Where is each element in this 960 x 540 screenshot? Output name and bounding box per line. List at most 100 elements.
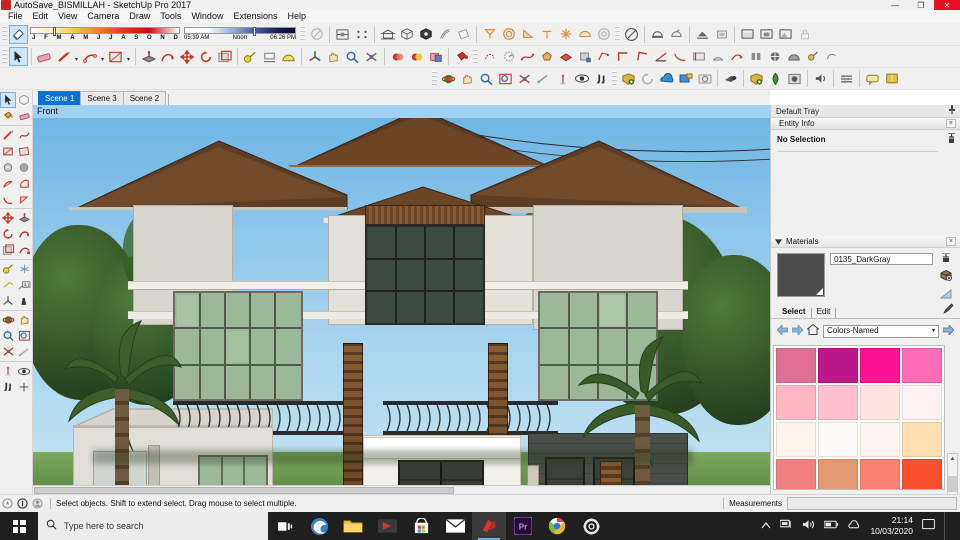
zoom-extents-icon[interactable] <box>0 344 16 360</box>
sound-icon[interactable] <box>811 69 830 88</box>
3point-arc-icon[interactable] <box>0 191 16 207</box>
followme-icon[interactable] <box>16 226 32 242</box>
zoom-tool-icon[interactable] <box>343 47 362 66</box>
interact-icon[interactable] <box>822 47 841 66</box>
scrollbar-thumb[interactable] <box>34 487 454 494</box>
show-desktop-button[interactable] <box>944 512 954 540</box>
paint-bucket-icon[interactable] <box>452 47 471 66</box>
network-icon[interactable] <box>779 519 793 533</box>
offset-tool-icon[interactable] <box>215 47 234 66</box>
eraser-tool-icon[interactable] <box>35 47 54 66</box>
fog-icon[interactable] <box>648 25 667 44</box>
bezier-tool-icon[interactable] <box>518 47 537 66</box>
zoom-window-icon[interactable] <box>496 69 515 88</box>
scene-tab-1[interactable]: Scene 1 <box>38 91 82 105</box>
material-swatch[interactable] <box>776 348 816 383</box>
add-detail-icon[interactable] <box>784 47 803 66</box>
menu-camera[interactable]: Camera <box>82 10 124 23</box>
material-swatch[interactable] <box>860 348 900 383</box>
x-ray-icon[interactable] <box>435 25 454 44</box>
select-tool-icon[interactable] <box>9 47 28 66</box>
task-view-icon[interactable] <box>268 512 302 540</box>
add-scene-icon[interactable] <box>676 69 695 88</box>
sketchup-icon[interactable] <box>472 512 506 540</box>
current-material-swatch[interactable] <box>777 253 825 297</box>
minimize-button[interactable]: — <box>882 0 908 10</box>
freehand-icon[interactable] <box>16 127 32 143</box>
smoove-tool-icon[interactable] <box>727 47 746 66</box>
material-swatch[interactable] <box>902 459 942 489</box>
dimension-icon[interactable] <box>0 277 16 293</box>
angle-measure-icon[interactable] <box>651 47 670 66</box>
pencil-icon[interactable] <box>943 303 954 317</box>
corner-rect-icon[interactable] <box>613 47 632 66</box>
pie-icon[interactable] <box>16 191 32 207</box>
viewport-horizontal-scrollbar[interactable] <box>33 485 770 494</box>
user-icon[interactable] <box>30 496 45 511</box>
stamp-tool-icon[interactable] <box>746 47 765 66</box>
mail-icon[interactable] <box>438 512 472 540</box>
pushpull-icon[interactable] <box>16 210 32 226</box>
line-tool-icon[interactable] <box>54 47 73 66</box>
advanced-camera-icon[interactable] <box>721 69 740 88</box>
material-swatch[interactable] <box>818 422 858 457</box>
geolocation-icon[interactable] <box>0 496 15 511</box>
look-around-icon[interactable] <box>572 69 591 88</box>
window-shade-icon[interactable] <box>776 25 795 44</box>
sandbox-from-scratch-icon[interactable] <box>712 25 731 44</box>
toolbar-grip[interactable] <box>2 26 7 42</box>
menu-window[interactable]: Window <box>186 10 228 23</box>
month-slider-handle[interactable] <box>53 26 56 36</box>
rectangle-dropdown-icon[interactable]: ▾ <box>125 47 132 66</box>
rectangle-tool-icon[interactable] <box>106 47 125 66</box>
shadow-time-slider[interactable]: 05:39 AM Noon 06:26 PM <box>184 26 296 42</box>
material-swatch[interactable] <box>818 348 858 383</box>
settings-gear-icon[interactable] <box>574 512 608 540</box>
info-icon[interactable]: i <box>882 69 901 88</box>
paint-bucket-icon[interactable] <box>0 108 16 124</box>
show-hidden-icons-icon[interactable] <box>761 521 771 532</box>
time-slider-bar[interactable] <box>184 26 296 36</box>
material-swatch[interactable] <box>902 422 942 457</box>
toolbar-grip[interactable] <box>432 70 437 87</box>
expand-icon[interactable] <box>947 132 956 146</box>
window-mode-icon[interactable] <box>738 25 757 44</box>
pan-icon[interactable] <box>16 312 32 328</box>
menu-file[interactable]: File <box>3 10 28 23</box>
style-wireframe-icon[interactable] <box>480 25 499 44</box>
line-icon[interactable] <box>0 127 16 143</box>
axes-icon[interactable] <box>0 293 16 309</box>
polygon-tool-icon[interactable] <box>537 47 556 66</box>
media-player-icon[interactable] <box>370 512 404 540</box>
rotated-rectangle-icon[interactable] <box>16 143 32 159</box>
scene-tab-2[interactable]: Scene 2 <box>122 91 167 105</box>
photo-match-icon[interactable] <box>695 69 714 88</box>
zoom-window-icon[interactable] <box>16 328 32 344</box>
style-texture-icon[interactable] <box>537 25 556 44</box>
solid-tools-trim-icon[interactable] <box>426 47 445 66</box>
previous-view-icon[interactable] <box>534 69 553 88</box>
lock-icon[interactable] <box>795 25 814 44</box>
scale-icon[interactable] <box>16 242 32 258</box>
materials-header[interactable]: Materials × <box>771 236 960 248</box>
tape-measure-icon[interactable] <box>241 47 260 66</box>
material-swatch[interactable] <box>818 459 858 489</box>
material-swatch[interactable] <box>776 385 816 420</box>
toolbar-grip[interactable] <box>300 26 305 42</box>
look-around-icon[interactable] <box>16 363 32 379</box>
menu-extensions[interactable]: Extensions <box>228 10 282 23</box>
2point-arc-icon[interactable] <box>16 175 32 191</box>
share-model-icon[interactable] <box>657 69 676 88</box>
shadows-off-icon[interactable] <box>622 25 641 44</box>
flip-edge-icon[interactable] <box>765 47 784 66</box>
circle-tool-icon[interactable] <box>499 47 518 66</box>
close-icon[interactable]: × <box>945 119 956 128</box>
zoom-extents-icon[interactable] <box>515 69 534 88</box>
toolbar-grip[interactable] <box>615 26 620 42</box>
create-material-icon[interactable] <box>940 269 952 283</box>
material-swatch[interactable] <box>860 385 900 420</box>
close-icon[interactable]: × <box>945 237 956 246</box>
material-swatch[interactable] <box>860 422 900 457</box>
tape-measure-icon[interactable] <box>0 261 16 277</box>
chevron-down-icon[interactable]: ▾ <box>932 325 935 337</box>
